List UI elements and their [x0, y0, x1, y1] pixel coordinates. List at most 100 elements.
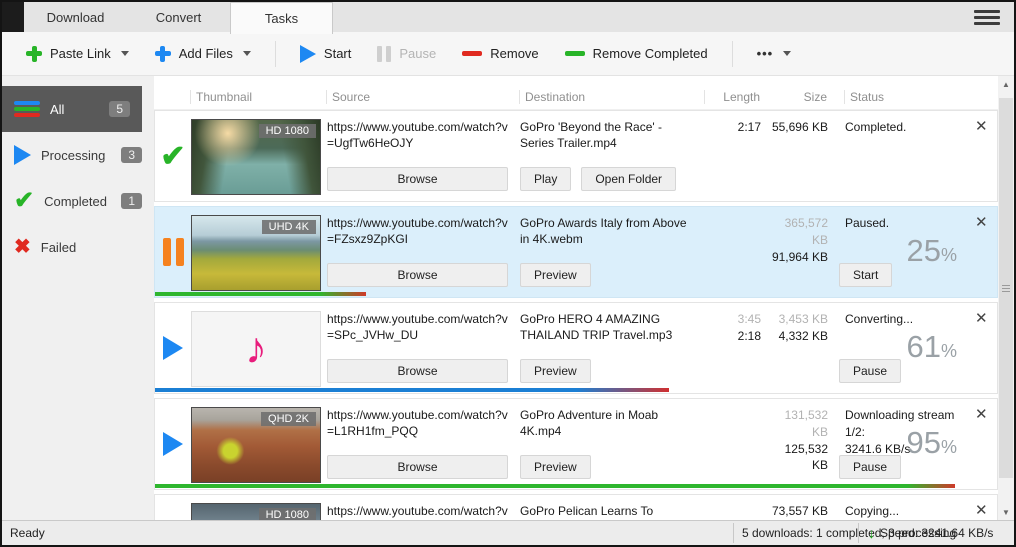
- header-size[interactable]: Size: [766, 90, 827, 104]
- header-status[interactable]: Status: [844, 90, 974, 104]
- menu-icon[interactable]: [974, 10, 1000, 25]
- plus-icon: [155, 46, 171, 62]
- status-text: Converting...: [845, 311, 975, 328]
- destination-filename: GoPro HERO 4 AMAZING THAILAND TRIP Trave…: [520, 311, 697, 343]
- sidebar-item-completed[interactable]: ✔ Completed 1: [2, 178, 154, 224]
- thumbnail-image[interactable]: QHD 2K: [191, 407, 321, 483]
- table-row[interactable]: ♪ https://www.youtube.com/watch?v=SPc_JV…: [154, 302, 998, 394]
- add-files-button[interactable]: Add Files: [145, 40, 261, 68]
- vertical-scrollbar[interactable]: ▲ ▼: [998, 76, 1014, 520]
- progress-percent: 25%: [907, 233, 958, 269]
- table-row[interactable]: HD 1080 https://www.youtube.com/watch?v=…: [154, 494, 998, 520]
- task-table: Thumbnail Source Destination Length Size…: [154, 76, 998, 520]
- statusbar-separator: [733, 523, 734, 543]
- thumbnail-image[interactable]: ♪: [191, 311, 321, 387]
- remove-button[interactable]: Remove: [452, 40, 548, 67]
- pause-task-button[interactable]: Pause: [839, 359, 901, 383]
- browse-button[interactable]: Browse: [327, 263, 508, 287]
- browse-button[interactable]: Browse: [327, 455, 508, 479]
- scroll-down-icon[interactable]: ▼: [998, 504, 1014, 520]
- remove-label: Remove: [490, 46, 538, 61]
- play-icon: [163, 336, 183, 360]
- source-url: https://www.youtube.com/watch?v=FZsxz9Zp…: [327, 215, 509, 247]
- start-label: Start: [324, 46, 351, 61]
- browse-button[interactable]: Browse: [327, 359, 508, 383]
- sidebar-item-all[interactable]: All 5: [2, 86, 142, 132]
- pause-icon: [377, 46, 391, 62]
- length-value: 2:17: [705, 119, 761, 136]
- thumbnail-image[interactable]: HD 1080: [191, 119, 321, 195]
- progress-percent: 95%: [907, 425, 958, 461]
- header-source[interactable]: Source: [326, 90, 519, 104]
- close-icon[interactable]: ✕: [975, 406, 988, 423]
- play-icon: [14, 145, 31, 165]
- size-value: 4,332 KB: [767, 328, 828, 345]
- preview-button[interactable]: Preview: [520, 359, 591, 383]
- start-button[interactable]: Start: [290, 39, 361, 69]
- header-thumbnail[interactable]: Thumbnail: [190, 90, 326, 104]
- close-icon[interactable]: ✕: [975, 310, 988, 327]
- chevron-down-icon[interactable]: [121, 51, 129, 56]
- thumbnail-image[interactable]: UHD 4K: [191, 215, 321, 291]
- header-destination[interactable]: Destination: [519, 90, 704, 104]
- task-rows: ✔ HD 1080 https://www.youtube.com/watch?…: [154, 110, 998, 520]
- table-row[interactable]: QHD 2K https://www.youtube.com/watch?v=L…: [154, 398, 998, 490]
- start-task-button[interactable]: Start: [839, 263, 892, 287]
- close-icon[interactable]: ✕: [975, 118, 988, 135]
- tab-convert[interactable]: Convert: [127, 2, 230, 32]
- sidebar-item-failed[interactable]: ✖ Failed: [2, 224, 154, 270]
- progress-bar: [155, 292, 366, 296]
- more-actions-button[interactable]: •••: [747, 40, 802, 67]
- source-url: https://www.youtube.com/watch?v=L1RH1fm_…: [327, 407, 509, 439]
- close-icon[interactable]: ✕: [975, 502, 988, 519]
- tab-download[interactable]: Download: [24, 2, 127, 32]
- minus-icon: [565, 51, 585, 56]
- tab-bar: Download Convert Tasks: [2, 2, 1014, 32]
- play-button[interactable]: Play: [520, 167, 571, 191]
- size-total: 365,572 KB: [767, 215, 828, 249]
- count-badge: 1: [121, 193, 142, 209]
- toolbar: Paste Link Add Files Start Pause Remove …: [2, 32, 1014, 76]
- play-icon: [163, 432, 183, 456]
- add-files-label: Add Files: [179, 46, 233, 61]
- ellipsis-icon: •••: [757, 46, 774, 61]
- table-row[interactable]: ✔ HD 1080 https://www.youtube.com/watch?…: [154, 110, 998, 202]
- status-text: Completed.: [845, 119, 975, 136]
- sidebar-item-processing[interactable]: Processing 3: [2, 132, 154, 178]
- status-text: Paused.: [845, 215, 975, 232]
- size-total: 3,453 KB: [767, 311, 828, 328]
- header-length[interactable]: Length: [704, 90, 766, 104]
- tab-tasks[interactable]: Tasks: [230, 2, 333, 34]
- destination-filename: GoPro Pelican Learns To Fish.mp4: [520, 503, 697, 520]
- paste-link-button[interactable]: Paste Link: [16, 40, 139, 68]
- scrollbar-thumb[interactable]: [999, 98, 1013, 478]
- status-text: Copying...: [845, 503, 975, 520]
- quality-badge: UHD 4K: [262, 220, 316, 234]
- close-icon[interactable]: ✕: [975, 214, 988, 231]
- check-icon: ✔: [160, 139, 185, 174]
- pause-button[interactable]: Pause: [367, 40, 446, 68]
- progress-percent: 61%: [907, 329, 958, 365]
- size-total: 131,532 KB: [767, 407, 828, 441]
- preview-button[interactable]: Preview: [520, 263, 591, 287]
- size-value: 91,964 KB: [767, 249, 828, 266]
- count-badge: 5: [109, 101, 130, 117]
- preview-button[interactable]: Preview: [520, 455, 591, 479]
- thumbnail-image[interactable]: HD 1080: [191, 503, 321, 520]
- remove-completed-button[interactable]: Remove Completed: [555, 40, 718, 67]
- table-row[interactable]: UHD 4K https://www.youtube.com/watch?v=F…: [154, 206, 998, 298]
- scroll-up-icon[interactable]: ▲: [998, 76, 1014, 92]
- length-value: 2:18: [705, 328, 761, 345]
- length-total: 3:45: [705, 311, 761, 328]
- pause-icon: [163, 238, 184, 266]
- toolbar-separator: [275, 41, 276, 67]
- x-icon: ✖: [14, 237, 31, 257]
- browse-button[interactable]: Browse: [327, 167, 508, 191]
- speed-text: Speed: 3241.64 KB/s: [880, 526, 993, 540]
- count-badge: 3: [121, 147, 142, 163]
- destination-filename: GoPro Adventure in Moab 4K.mp4: [520, 407, 697, 439]
- quality-badge: HD 1080: [259, 508, 316, 520]
- chevron-down-icon[interactable]: [243, 51, 251, 56]
- open-folder-button[interactable]: Open Folder: [581, 167, 676, 191]
- pause-task-button[interactable]: Pause: [839, 455, 901, 479]
